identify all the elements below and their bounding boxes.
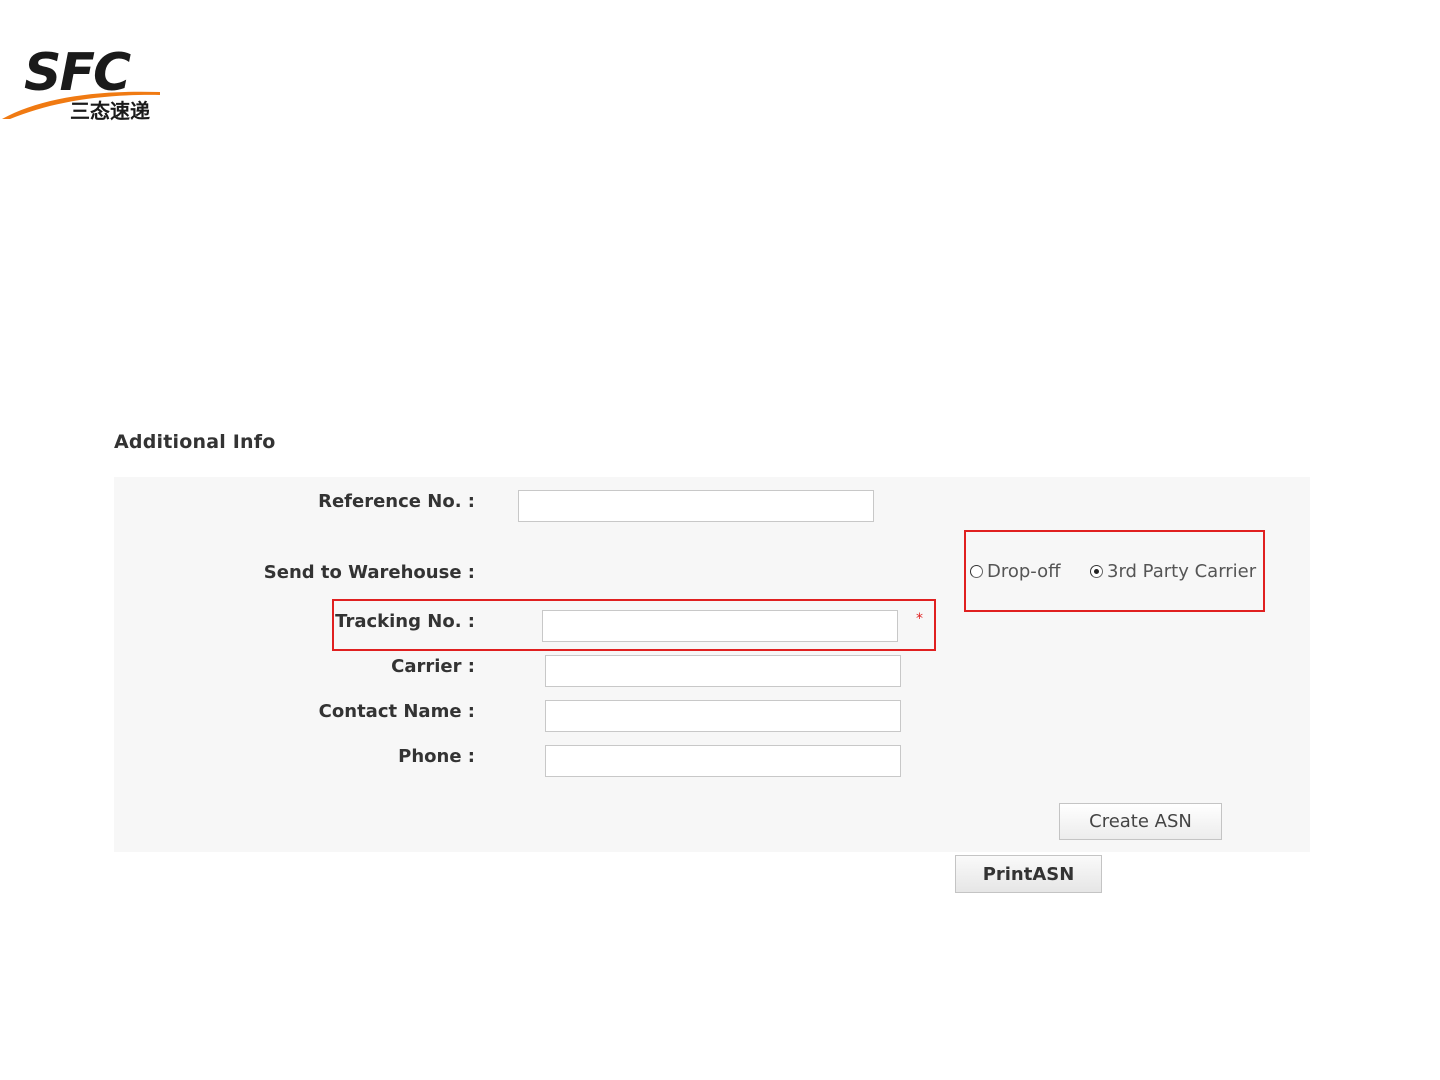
radio-3rd-party-carrier[interactable]: 3rd Party Carrier	[1090, 561, 1256, 582]
send-to-warehouse-label: Send to Warehouse :	[263, 562, 475, 583]
carrier-input[interactable]	[545, 655, 901, 687]
carrier-label: Carrier :	[391, 656, 475, 677]
section-title: Additional Info	[114, 431, 276, 453]
contact-name-label: Contact Name :	[318, 701, 475, 722]
sfc-logo: SFC 三态速递	[0, 40, 175, 130]
sfc-logo-graphic: SFC 三态速递	[2, 43, 160, 123]
contact-name-input[interactable]	[545, 700, 901, 732]
radio-drop-off-label: Drop-off	[987, 561, 1061, 582]
radio-drop-off-circle[interactable]	[970, 565, 983, 578]
page: SFC 三态速递 Additional Info Reference No. :…	[0, 0, 1440, 1080]
create-asn-button[interactable]: Create ASN	[1059, 803, 1222, 840]
tracking-no-input[interactable]	[542, 610, 898, 642]
logo-brand-text: SFC	[24, 43, 131, 103]
phone-label: Phone :	[398, 746, 475, 767]
logo-brand-subtext: 三态速递	[70, 99, 150, 123]
tracking-no-label: Tracking No. :	[335, 611, 475, 632]
reference-no-label: Reference No. :	[318, 491, 475, 512]
radio-3rd-party-carrier-label: 3rd Party Carrier	[1107, 561, 1257, 582]
reference-no-input[interactable]	[518, 490, 874, 522]
phone-input[interactable]	[545, 745, 901, 777]
print-asn-button[interactable]: PrintASN	[955, 855, 1102, 893]
radio-3rd-party-carrier-circle[interactable]	[1090, 565, 1103, 578]
radio-drop-off[interactable]: Drop-off	[970, 561, 1061, 582]
tracking-no-required-mark: *	[916, 611, 923, 627]
